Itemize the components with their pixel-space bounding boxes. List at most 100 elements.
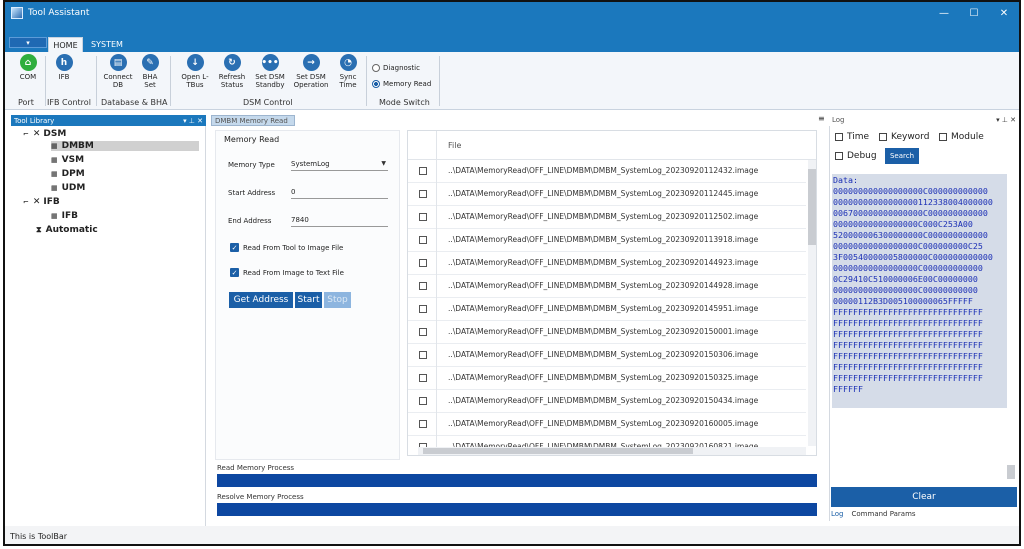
collapse-icon[interactable]: ⌐ [23,198,29,206]
radio-off-icon [372,64,380,72]
memory-type-select[interactable]: SystemLog ▼ [291,160,388,171]
tree-node-dmbm[interactable]: ▦ DMBM [51,141,199,151]
stop-button[interactable]: Stop [324,292,351,308]
row-checkbox[interactable] [419,420,427,428]
table-row[interactable]: ..\DATA\MemoryRead\OFF_LINE\DMBM\DMBM_Sy… [408,252,806,275]
table-row[interactable]: ..\DATA\MemoryRead\OFF_LINE\DMBM\DMBM_Sy… [408,344,806,367]
tab-dmbm-memory-read[interactable]: DMBM Memory Read [211,115,295,126]
row-checkbox[interactable] [419,167,427,175]
tab-command-params[interactable]: Command Params [852,510,916,518]
log-scroll-thumb[interactable] [1007,465,1015,479]
row-checkbox[interactable] [419,351,427,359]
horizontal-scroll-thumb[interactable] [423,448,693,454]
ribbon-separator [96,56,97,106]
app-menu-button[interactable]: ▾ [9,37,47,48]
tab-home[interactable]: HOME [48,37,83,52]
start-address-field[interactable]: 0 [291,188,388,199]
set-dsm-operation-button[interactable]: → Set DSM Operation [291,54,331,89]
table-row[interactable]: ..\DATA\MemoryRead\OFF_LINE\DMBM\DMBM_Sy… [408,413,806,436]
checkbox-time[interactable]: Time [835,132,869,142]
checkbox-module[interactable]: Module [939,132,984,142]
close-button[interactable]: ✕ [989,2,1019,24]
table-row[interactable]: ..\DATA\MemoryRead\OFF_LINE\DMBM\DMBM_Sy… [408,160,806,183]
tree-node-udm[interactable]: ▦ UDM [51,183,85,193]
minimize-button[interactable]: — [929,2,959,24]
table-row[interactable]: ..\DATA\MemoryRead\OFF_LINE\DMBM\DMBM_Sy… [408,275,806,298]
open-lbus-button[interactable]: ↓ Open L-TBus [180,54,210,89]
checkbox-read-tool-to-image[interactable]: ✓ Read From Tool to Image File [230,243,343,252]
tree-node-vsm[interactable]: ▦ VSM [51,155,84,165]
clock-icon: ◔ [339,54,357,71]
file-path: ..\DATA\MemoryRead\OFF_LINE\DMBM\DMBM_Sy… [448,350,759,359]
get-address-button[interactable]: Get Address [229,292,293,308]
vertical-scroll-thumb[interactable] [808,169,816,245]
row-checkbox[interactable] [419,397,427,405]
com-button[interactable]: ⌂ COM [14,54,42,81]
radio-diagnostic[interactable]: Diagnostic [372,64,420,72]
table-row[interactable]: ..\DATA\MemoryRead\OFF_LINE\DMBM\DMBM_Sy… [408,321,806,344]
document-menu-icon[interactable]: ≡ [818,114,825,123]
table-row[interactable]: ..\DATA\MemoryRead\OFF_LINE\DMBM\DMBM_Sy… [408,206,806,229]
tab-system[interactable]: SYSTEM [87,37,127,52]
maximize-button[interactable]: ☐ [959,2,989,24]
collapse-icon[interactable]: ⌐ [23,130,29,138]
window-controls: — ☐ ✕ [929,2,1019,24]
connect-db-button[interactable]: ▤ Connect DB [101,54,135,89]
start-button[interactable]: Start [295,292,322,308]
search-button[interactable]: Search [885,148,919,164]
table-row[interactable]: ..\DATA\MemoryRead\OFF_LINE\DMBM\DMBM_Sy… [408,183,806,206]
row-checkbox[interactable] [419,190,427,198]
log-line: 00000000000000000C00000000000 [833,285,978,295]
clear-button[interactable]: Clear [831,487,1017,507]
log-line: 00000000000000000C000C253A00 [833,219,973,229]
checkbox-read-image-to-text[interactable]: ✓ Read From Image to Text File [230,268,344,277]
tool-library-header: Tool Library ▾ ⊥ ✕ [11,115,206,126]
checkbox-keyword[interactable]: Keyword [879,132,929,142]
ellipsis-icon: ••• [261,54,279,71]
tree-node-dsm[interactable]: ⌐ ✕ DSM [23,129,66,139]
row-checkbox[interactable] [419,374,427,382]
panel-pin-close-icons[interactable]: ▾ ⊥ ✕ [183,117,203,125]
group-label-dsm-control: DSM Control [243,98,293,107]
checkbox-debug[interactable]: Debug [835,151,877,161]
database-icon: ▤ [109,54,127,71]
row-checkbox[interactable] [419,259,427,267]
row-checkbox[interactable] [419,328,427,336]
radio-memory-read[interactable]: Memory Read [372,80,431,88]
ribbon: ⌂ COM Port h IFB IFB Control ▤ Connect D… [5,52,1019,110]
table-row[interactable]: ..\DATA\MemoryRead\OFF_LINE\DMBM\DMBM_Sy… [408,390,806,413]
table-row[interactable]: ..\DATA\MemoryRead\OFF_LINE\DMBM\DMBM_Sy… [408,229,806,252]
tree-node-ifb[interactable]: ▦ IFB [51,211,78,221]
tree-node-dpm[interactable]: ▦ DPM [51,169,85,179]
sync-time-button[interactable]: ◔ Sync Time [335,54,361,89]
tree-node-automatic[interactable]: ⧗ Automatic [36,225,98,235]
log-title: Log [832,115,845,124]
file-path: ..\DATA\MemoryRead\OFF_LINE\DMBM\DMBM_Sy… [448,304,759,313]
refresh-status-button[interactable]: ↻ Refresh Status [216,54,248,89]
end-address-field[interactable]: 7840 [291,216,388,227]
column-header-file[interactable]: File [448,141,461,150]
row-checkbox[interactable] [419,305,427,313]
log-line: 520000006300000000C000000000000 [833,230,988,240]
row-checkbox[interactable] [419,213,427,221]
log-line: 006700000000000000C000000000000 [833,208,988,218]
log-data-area[interactable]: Data: 000000000000000000C000000000000 000… [832,174,1007,408]
tab-log[interactable]: Log [831,510,844,518]
resolve-memory-progress-bar [217,503,817,516]
column-separator [436,229,437,252]
tree-node-ifb-group[interactable]: ⌐ ✕ IFB [23,197,60,207]
table-row[interactable]: ..\DATA\MemoryRead\OFF_LINE\DMBM\DMBM_Sy… [408,367,806,390]
row-checkbox[interactable] [419,282,427,290]
ribbon-separator [366,56,367,106]
read-memory-process-label: Read Memory Process [217,464,295,472]
panel-pin-close-icons[interactable]: ▾ ⊥ ✕ [996,116,1016,124]
bha-set-button[interactable]: ✎ BHA Set [137,54,163,89]
row-checkbox[interactable] [419,236,427,244]
end-address-label: End Address [228,217,272,225]
log-line: FFFFFFFFFFFFFFFFFFFFFFFFFFFFFF [833,307,983,317]
column-separator [436,252,437,275]
chevron-down-icon: ▼ [381,160,386,167]
table-row[interactable]: ..\DATA\MemoryRead\OFF_LINE\DMBM\DMBM_Sy… [408,298,806,321]
set-dsm-standby-button[interactable]: ••• Set DSM Standby [252,54,288,89]
ifb-button[interactable]: h IFB [51,54,77,81]
